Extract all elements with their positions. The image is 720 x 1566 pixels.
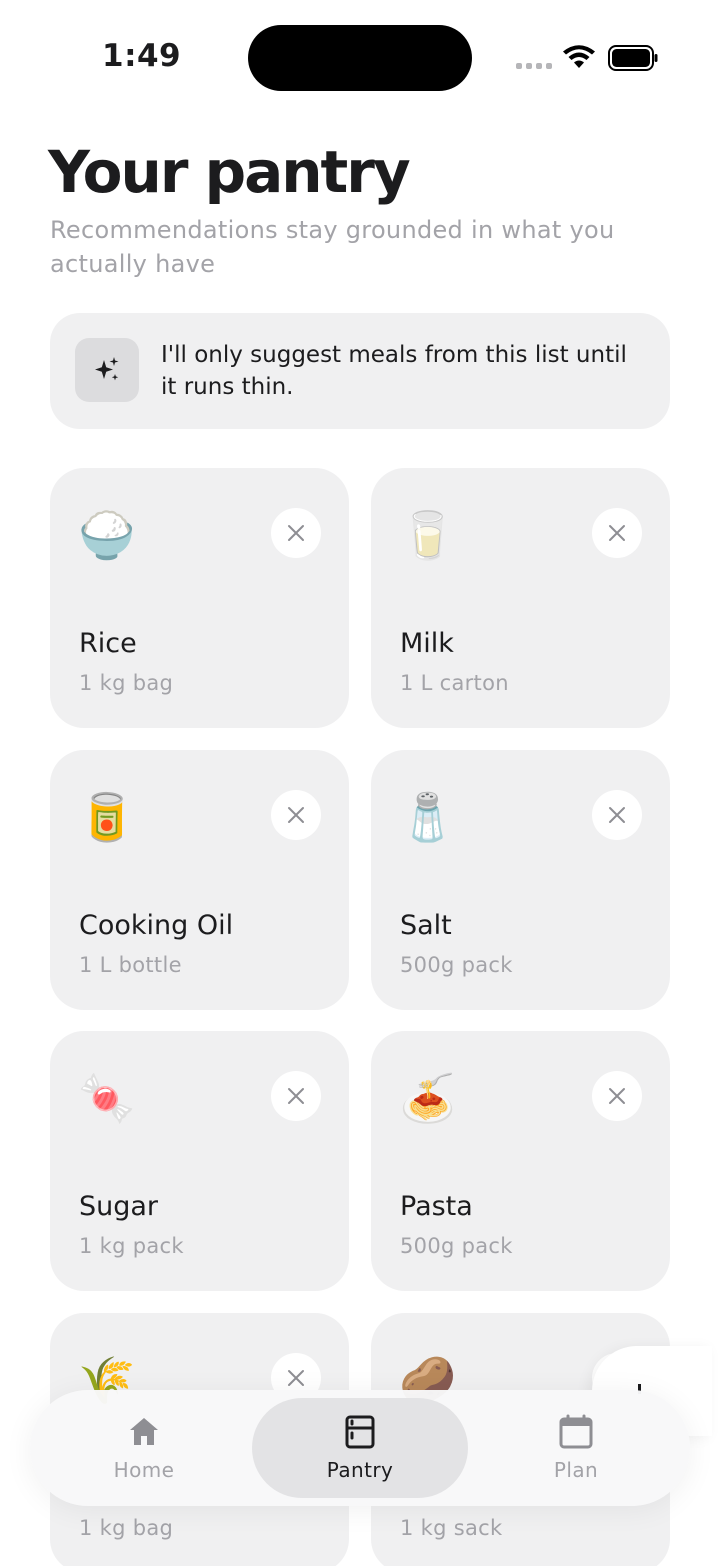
pantry-item-card[interactable]: 🥫 Cooking Oil 1 L bottle bbox=[50, 750, 349, 1010]
item-quantity: 500g pack bbox=[400, 953, 513, 977]
home-icon bbox=[130, 1418, 158, 1445]
item-quantity: 1 L carton bbox=[400, 671, 509, 695]
tab-label: Home bbox=[113, 1458, 175, 1482]
remove-item-button[interactable] bbox=[271, 1071, 321, 1121]
item-quantity: 1 kg bag bbox=[79, 1516, 174, 1540]
milk-icon: 🥛 bbox=[399, 508, 457, 562]
sparkles-icon bbox=[75, 338, 139, 402]
bottom-tab-bar: Home Pantry Plan bbox=[30, 1390, 690, 1506]
close-icon bbox=[288, 807, 304, 823]
pantry-item-card[interactable]: 🍝 Pasta 500g pack bbox=[371, 1031, 670, 1291]
info-banner: I'll only suggest meals from this list u… bbox=[50, 313, 670, 429]
rice-icon: 🍚 bbox=[78, 508, 136, 562]
status-bar: 1:49 bbox=[0, 0, 720, 110]
banner-text: I'll only suggest meals from this list u… bbox=[161, 342, 627, 400]
tab-label: Pantry bbox=[326, 1458, 394, 1482]
item-quantity: 1 kg pack bbox=[79, 1234, 184, 1258]
close-icon bbox=[288, 1088, 304, 1104]
page-subtitle: Recommendations stay grounded in what yo… bbox=[50, 216, 615, 278]
item-name: Salt bbox=[400, 910, 452, 941]
item-name: Milk bbox=[400, 628, 454, 659]
remove-item-button[interactable] bbox=[271, 508, 321, 558]
tab-pantry[interactable]: Pantry bbox=[252, 1398, 468, 1498]
pantry-item-card[interactable]: 🍚 Rice 1 kg bag bbox=[50, 468, 349, 728]
can-icon: 🥫 bbox=[78, 790, 136, 844]
remove-item-button[interactable] bbox=[271, 790, 321, 840]
fridge-icon bbox=[345, 1415, 375, 1449]
item-name: Rice bbox=[79, 628, 137, 659]
tab-home[interactable]: Home bbox=[36, 1390, 252, 1506]
battery-icon bbox=[608, 45, 658, 71]
dynamic-island bbox=[248, 25, 472, 91]
status-time: 1:49 bbox=[102, 38, 182, 74]
item-name: Pasta bbox=[400, 1191, 473, 1222]
close-icon bbox=[609, 807, 625, 823]
item-quantity: 1 kg sack bbox=[400, 1516, 503, 1540]
spaghetti-icon: 🍝 bbox=[399, 1071, 457, 1125]
close-icon bbox=[609, 1088, 625, 1104]
candy-icon: 🍬 bbox=[78, 1071, 136, 1125]
close-icon bbox=[288, 525, 304, 541]
item-quantity: 500g pack bbox=[400, 1234, 513, 1258]
remove-item-button[interactable] bbox=[592, 1071, 642, 1121]
remove-item-button[interactable] bbox=[592, 790, 642, 840]
close-icon bbox=[609, 525, 625, 541]
item-quantity: 1 L bottle bbox=[79, 953, 182, 977]
close-icon bbox=[288, 1370, 304, 1386]
wifi-icon bbox=[563, 45, 595, 68]
pantry-item-card[interactable]: 🧂 Salt 500g pack bbox=[371, 750, 670, 1010]
item-name: Sugar bbox=[79, 1191, 159, 1222]
page-title: Your pantry bbox=[48, 138, 411, 206]
pantry-item-card[interactable]: 🍬 Sugar 1 kg pack bbox=[50, 1031, 349, 1291]
tab-label: Plan bbox=[553, 1458, 599, 1482]
item-name: Cooking Oil bbox=[79, 910, 234, 941]
item-quantity: 1 kg bag bbox=[79, 671, 174, 695]
salt-icon: 🧂 bbox=[399, 790, 457, 844]
calendar-icon bbox=[559, 1414, 593, 1449]
cellular-signal-icon bbox=[516, 63, 552, 69]
pantry-item-card[interactable]: 🥛 Milk 1 L carton bbox=[371, 468, 670, 728]
remove-item-button[interactable] bbox=[592, 508, 642, 558]
tab-plan[interactable]: Plan bbox=[468, 1390, 684, 1506]
